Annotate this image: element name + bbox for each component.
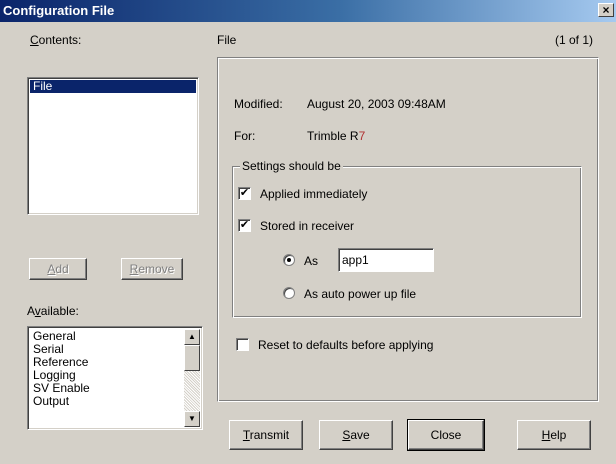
applied-immediately-label: Applied immediately [260, 187, 368, 201]
auto-power-radio[interactable] [283, 287, 295, 299]
reset-defaults-label: Reset to defaults before applying [258, 338, 434, 352]
applied-immediately-checkbox[interactable]: ✔ [238, 187, 251, 200]
settings-group-label: Settings should be [240, 159, 343, 173]
as-filename-input[interactable] [338, 248, 434, 272]
contents-list[interactable]: File [27, 77, 199, 215]
contents-label: Contents: [30, 33, 82, 47]
remove-button[interactable]: Remove [121, 258, 183, 280]
transmit-button[interactable]: Transmit [229, 420, 303, 450]
page-indicator: (1 of 1) [555, 33, 594, 47]
help-button[interactable]: Help [517, 420, 591, 450]
modified-label: Modified: [234, 97, 283, 111]
window-title: Configuration File [3, 3, 115, 18]
as-radio[interactable] [283, 254, 295, 266]
scroll-up-icon[interactable]: ▲ [184, 329, 200, 345]
auto-power-radio-label: As auto power up file [304, 287, 417, 301]
reset-defaults-checkbox[interactable] [236, 338, 249, 351]
file-title: File [217, 33, 237, 47]
title-bar[interactable]: Configuration File × [0, 0, 616, 22]
list-item[interactable]: File [30, 80, 196, 93]
close-button[interactable]: Close [407, 419, 485, 451]
add-button[interactable]: Add [29, 258, 87, 280]
save-button[interactable]: Save [319, 420, 393, 450]
for-label: For: [234, 129, 256, 143]
scrollbar-thumb[interactable] [184, 345, 200, 371]
for-value: Trimble R7 [307, 129, 366, 143]
available-label: Available: [27, 304, 79, 318]
stored-in-receiver-label: Stored in receiver [260, 219, 355, 233]
scroll-down-icon[interactable]: ▼ [184, 411, 200, 427]
stored-in-receiver-checkbox[interactable]: ✔ [238, 219, 251, 232]
available-list[interactable]: General Serial Reference Logging SV Enab… [27, 326, 203, 430]
modified-value: August 20, 2003 09:48AM [307, 97, 446, 111]
as-radio-label: As [304, 254, 319, 268]
close-icon[interactable]: × [598, 3, 614, 17]
list-item[interactable]: Output [30, 395, 90, 408]
